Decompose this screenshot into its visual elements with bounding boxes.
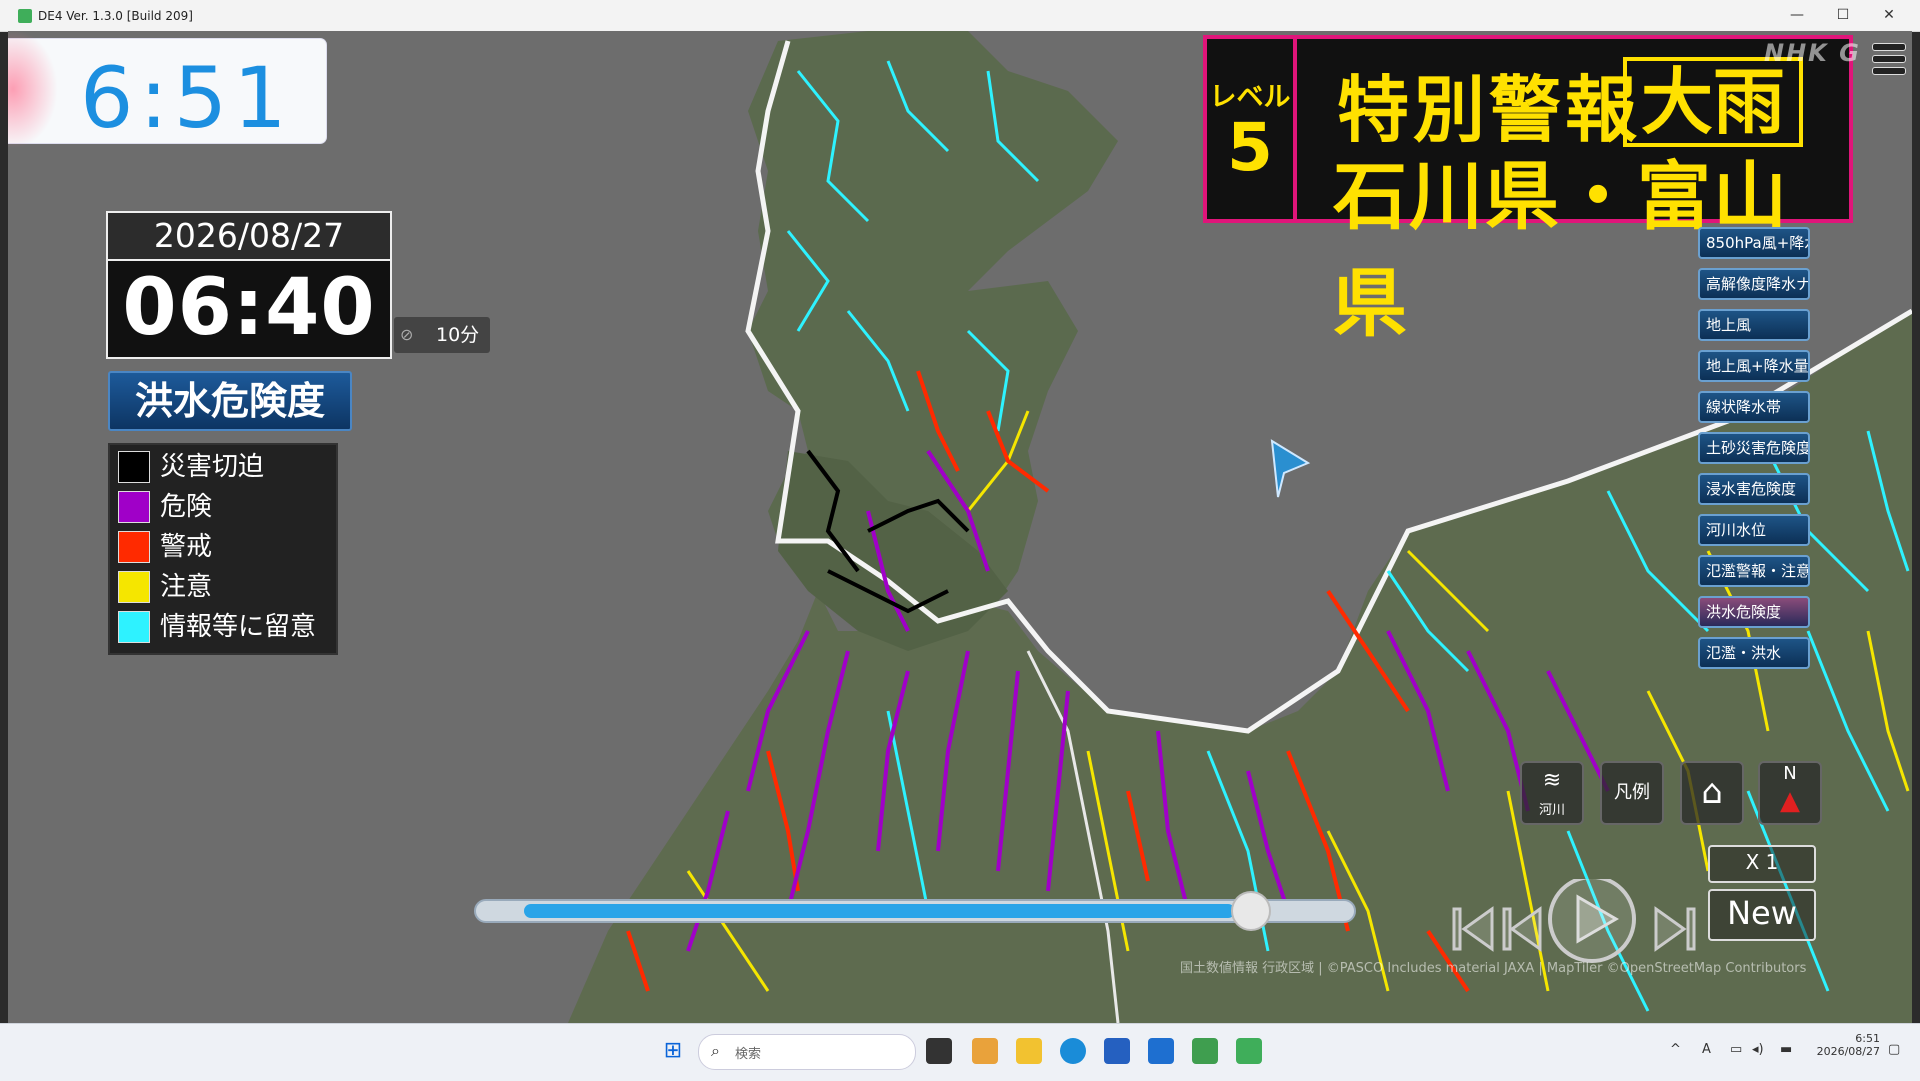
datetime-panel: 2026/08/27 06:40 [106,211,392,359]
legend-item: 危険 [114,487,330,525]
time-step-label: 10分 [436,324,480,346]
time-step[interactable]: ⊘ 10分 [394,317,490,353]
skip-forward-icon[interactable] [1654,906,1696,952]
layer-button[interactable]: 氾濫・洪水 [1698,637,1810,669]
layer-button[interactable]: 地上風+降水量 [1698,350,1810,382]
map-view[interactable]: 6:51 2026/08/27 06:40 ⊘ 10分 洪水危険度 災害切迫 危… [8,31,1912,1023]
legend-label: 警戒 [160,532,213,562]
time-slider[interactable] [474,891,1356,931]
mail-icon[interactable] [1148,1038,1174,1064]
warning-level: レベル 5 [1207,39,1297,219]
layer-button[interactable]: 地上風 [1698,309,1810,341]
search-placeholder: 検索 [735,1047,762,1062]
window-title: DE4 Ver. 1.3.0 [Build 209] [38,8,193,23]
legend-item: 警戒 [114,527,330,565]
widgets-icon[interactable] [972,1038,998,1064]
volume-icon[interactable]: ◂) [1752,1042,1764,1057]
level-number: 5 [1227,109,1273,186]
layer-button[interactable]: 氾濫警報・注意報 [1698,555,1810,587]
tray-time: 6:51 [1855,1032,1880,1045]
river-label: 河川 [1538,803,1565,818]
spreadsheet-icon[interactable] [1192,1038,1218,1064]
legend-title: 洪水危険度 [108,371,352,431]
prev-icon[interactable] [1502,906,1542,952]
hamburger-icon[interactable] [1870,41,1906,77]
river-icon: ≋ [1542,768,1562,793]
layer-button[interactable]: 浸水害危険度 [1698,473,1810,505]
legend-swatch [118,611,150,643]
play-icon[interactable] [1548,879,1636,963]
layer-button[interactable]: 850hPa風+降水量 [1698,227,1810,259]
legend-swatch [118,491,150,523]
data-date: 2026/08/27 [108,213,390,261]
legend-item: 情報等に留意 [114,607,330,645]
new-button[interactable]: New [1708,889,1816,941]
window-titlebar: DE4 Ver. 1.3.0 [Build 209] — ☐ ✕ [0,0,1920,32]
layer-button-active[interactable]: 洪水危険度 [1698,596,1810,628]
map-attribution: 国土数値情報 行政区域 | ©PASCO Includes material J… [1180,961,1807,976]
speed-button[interactable]: X 1 [1708,845,1816,883]
chevron-up-icon[interactable]: ^ [1670,1042,1681,1057]
legend-label: 危険 [160,492,213,522]
layer-button[interactable]: 土砂災害危険度 [1698,432,1810,464]
current-clock: 6:51 [8,31,326,149]
home-icon[interactable]: ⌂ [1680,761,1744,825]
app-taskbar-icon[interactable] [1236,1038,1262,1064]
taskbar-search[interactable]: ⌕ 検索 [698,1034,916,1070]
legend-swatch [118,531,150,563]
legend-label: 情報等に留意 [160,612,317,642]
maximize-button[interactable]: ☐ [1820,0,1866,31]
cursor-icon [1270,439,1311,498]
start-icon[interactable]: ⊞ [660,1038,686,1064]
layer-button[interactable]: 線状降水帯 [1698,391,1810,423]
notification-icon[interactable]: ▢ [1888,1042,1900,1057]
battery-icon[interactable]: ▬ [1780,1042,1792,1057]
river-button[interactable]: ≋ 河川 [1520,761,1584,825]
layer-button[interactable]: 河川水位 [1698,514,1810,546]
warning-banner: レベル 5 特別警報 大雨 石川県・富山県 [1203,35,1853,347]
legend-button[interactable]: 凡例 [1600,761,1664,825]
clock-time: 6:51 [80,49,293,147]
close-button[interactable]: ✕ [1866,0,1912,31]
folder-icon[interactable] [1016,1038,1042,1064]
legend-item: 注意 [114,567,330,605]
compass-icon: ▲ [1780,786,1800,816]
legend-swatch [118,571,150,603]
legend-item: 災害切迫 [114,447,330,485]
north-button[interactable]: N ▲ [1758,761,1822,825]
minimize-button[interactable]: — [1774,0,1820,31]
slider-knob[interactable] [1231,891,1271,931]
north-label: N [1783,763,1797,784]
task-view-icon[interactable] [926,1038,952,1064]
legend: 災害切迫 危険 警戒 注意 情報等に留意 [108,443,338,655]
slider-progress [524,904,1235,918]
app-icon [18,8,32,23]
tray-date: 2026/08/27 [1816,1045,1880,1058]
data-time: 06:40 [122,263,376,353]
store-icon[interactable] [1104,1038,1130,1064]
network-icon[interactable]: ▭ [1730,1042,1742,1057]
nhk-logo: NHK G [1764,39,1861,67]
skip-back-icon[interactable] [1452,906,1494,952]
ime-indicator[interactable]: A [1702,1042,1711,1057]
layer-button[interactable]: 高解像度降水ナウキャスト [1698,268,1810,300]
taskbar: ⊞ ⌕ 検索 ^ A ▭ ◂) ▬ 6:51 2026/08/27 ▢ [0,1023,1920,1081]
warning-hazard: 大雨 [1623,57,1803,147]
tray-clock[interactable]: 6:51 2026/08/27 [1814,1032,1880,1058]
search-icon: ⌕ [711,1041,720,1060]
link-icon: ⊘ [400,325,414,344]
edge-icon[interactable] [1060,1038,1086,1064]
clock-glow [8,31,58,149]
legend-label: 災害切迫 [160,452,265,482]
legend-label: 注意 [160,572,213,602]
legend-swatch [118,451,150,483]
